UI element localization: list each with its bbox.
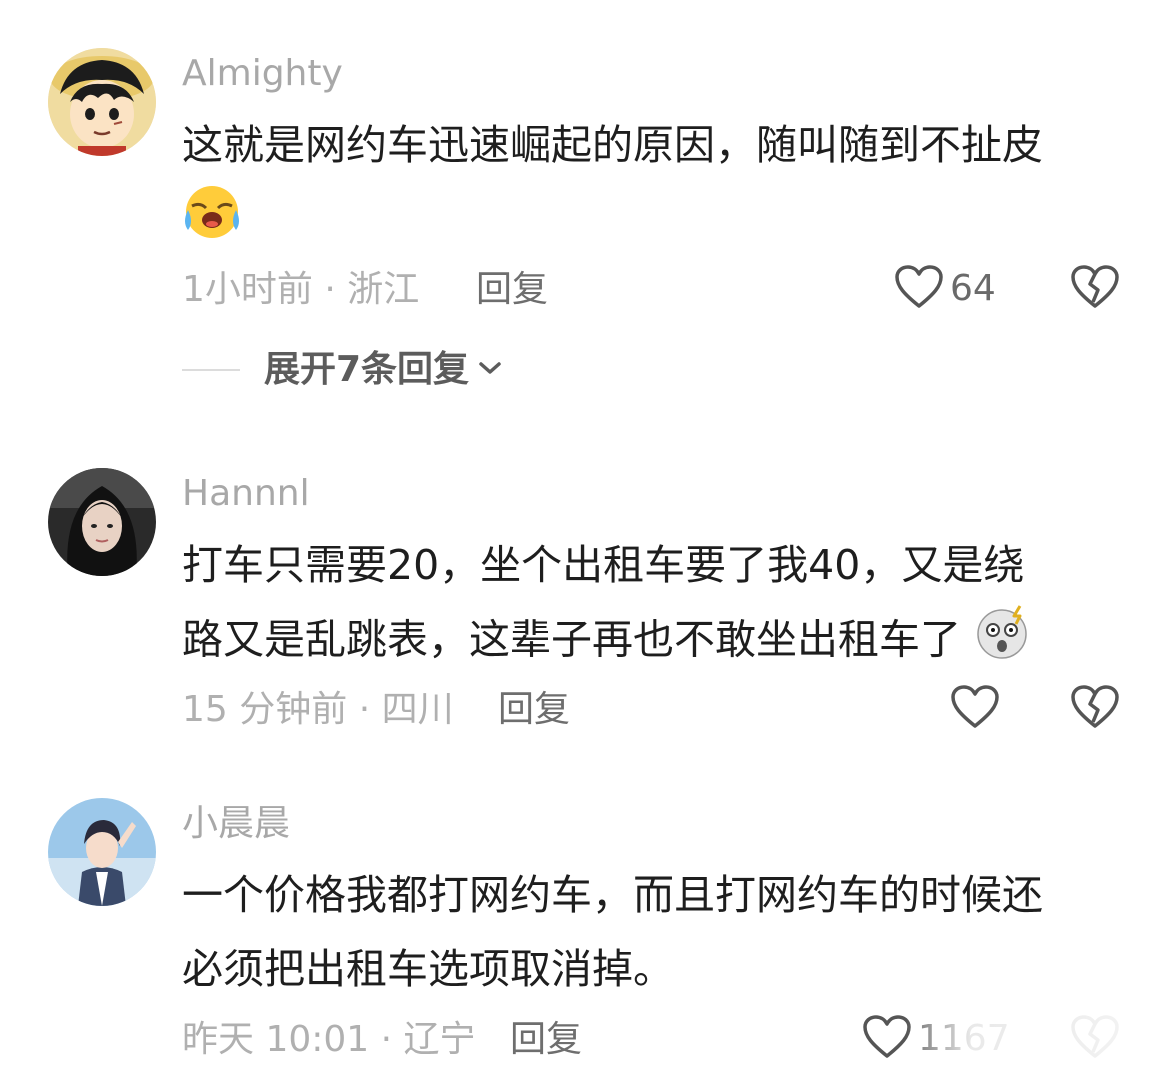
avatar-anime-boy-straw-hat — [48, 48, 156, 156]
comment-text-line: 这就是网约车迅速崛起的原因，随叫随到不扯皮 — [182, 121, 1043, 169]
reply-button[interactable]: 回复 — [476, 268, 548, 312]
chevron-down-icon — [477, 358, 503, 382]
comment-text: 打车只需要20，坐个出租车要了我40，又是绕 路又是乱跳表，这辈子再也不敢坐出租… — [182, 528, 1032, 683]
avatar-photo-girl — [48, 468, 156, 576]
broken-heart-icon — [1070, 685, 1120, 734]
comment-text: 这就是网约车迅速崛起的原因，随叫随到不扯皮 — [182, 108, 1043, 256]
comment-text-line: 打车只需要20，坐个出租车要了我40，又是绕 — [182, 541, 1025, 589]
divider-line — [182, 369, 240, 371]
heart-outline-icon — [950, 684, 1000, 734]
heart-outline-icon — [894, 264, 944, 314]
comment-time-location: 15 分钟前 · 四川 — [182, 689, 454, 730]
heart-outline-icon — [862, 1014, 912, 1064]
avatar[interactable] — [48, 468, 156, 576]
dislike-button[interactable] — [1070, 264, 1120, 314]
dislike-button[interactable] — [1070, 684, 1120, 734]
broken-heart-icon — [1070, 265, 1120, 314]
like-button[interactable] — [950, 684, 1006, 734]
expand-replies-label: 展开7条回复 — [264, 349, 470, 390]
comment-text-segment: 路又是乱跳表，这辈子再也不敢坐出租车了 — [182, 615, 961, 664]
like-count: 64 — [950, 268, 996, 309]
reply-button[interactable]: 回复 — [510, 1018, 582, 1062]
comment-text-line: 一个价格我都打网约车，而且打网约车的时候还 — [182, 871, 1043, 919]
avatar-anime-boy-sky — [48, 798, 156, 906]
comment-text-line: 必须把出租车选项取消掉。 — [182, 945, 674, 993]
expand-replies-button[interactable]: 展开7条回复 — [182, 348, 503, 392]
username[interactable]: Hannnl — [182, 472, 310, 516]
watermark-overlay — [906, 1004, 1166, 1076]
username[interactable]: Almighty — [182, 52, 343, 96]
reply-button[interactable]: 回复 — [498, 688, 570, 732]
crying-laugh-emoji — [182, 182, 242, 263]
username[interactable]: 小晨晨 — [182, 802, 290, 846]
comment-text-line — [182, 182, 1043, 256]
comment-time-location: 昨天 10:01 · 辽宁 — [182, 1019, 476, 1060]
shocked-emoji — [974, 602, 1032, 683]
like-button[interactable]: 64 — [894, 264, 996, 314]
comment-text: 一个价格我都打网约车，而且打网约车的时候还 必须把出租车选项取消掉。 — [182, 858, 1043, 1006]
comment-time-location: 1小时前 · 浙江 — [182, 269, 420, 310]
avatar[interactable] — [48, 798, 156, 906]
comment-text-line: 路又是乱跳表，这辈子再也不敢坐出租车了 — [182, 602, 1032, 683]
avatar[interactable] — [48, 48, 156, 156]
